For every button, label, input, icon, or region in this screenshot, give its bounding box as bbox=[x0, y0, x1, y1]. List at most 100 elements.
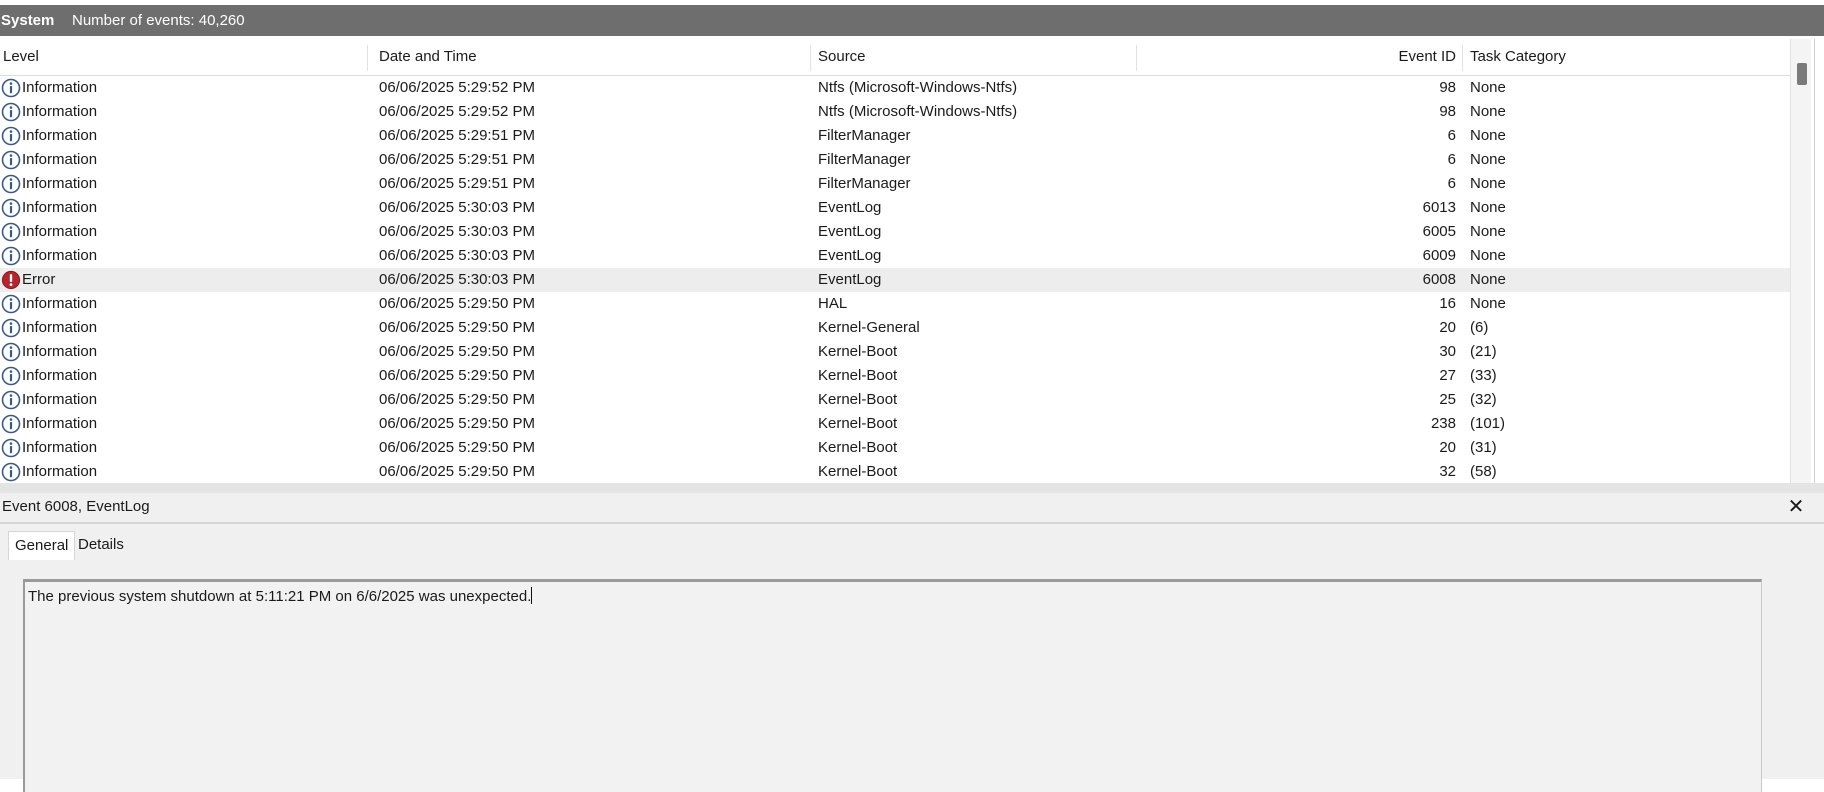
event-task-category: (31) bbox=[1470, 439, 1497, 456]
event-row[interactable]: Information 06/06/2025 5:29:51 PM FilterMa… bbox=[0, 172, 1790, 196]
event-task-category: (6) bbox=[1470, 319, 1489, 336]
event-row[interactable]: Information 06/06/2025 5:29:50 PM Kernel-G… bbox=[0, 316, 1790, 340]
event-task-category: (32) bbox=[1470, 391, 1497, 408]
event-source: HAL bbox=[818, 295, 848, 312]
event-level: Information bbox=[22, 391, 98, 408]
event-row[interactable]: Information 06/06/2025 5:29:52 PM Ntfs (Mi… bbox=[0, 76, 1790, 100]
event-date: 06/06/2025 5:29:52 PM bbox=[379, 79, 535, 96]
event-row[interactable]: Information 06/06/2025 5:29:50 PM Kernel-B… bbox=[0, 436, 1790, 460]
column-date[interactable]: Date and Time bbox=[379, 39, 477, 75]
info-icon bbox=[1, 150, 21, 170]
event-source: EventLog bbox=[818, 199, 882, 216]
event-level: Information bbox=[22, 199, 98, 216]
column-divider[interactable] bbox=[810, 45, 811, 71]
info-icon bbox=[1, 438, 21, 458]
column-source[interactable]: Source bbox=[818, 39, 866, 75]
event-task-category: (101) bbox=[1470, 415, 1506, 432]
event-source: FilterManager bbox=[818, 151, 911, 168]
event-source: Kernel-Boot bbox=[818, 439, 898, 456]
event-level: Information bbox=[22, 127, 98, 144]
event-date: 06/06/2025 5:29:50 PM bbox=[379, 439, 535, 456]
event-task-category: None bbox=[1470, 79, 1506, 96]
event-id: 6013 bbox=[1422, 199, 1456, 216]
event-id: 6005 bbox=[1422, 223, 1456, 240]
event-level: Information bbox=[22, 343, 98, 360]
event-source: Kernel-Boot bbox=[818, 463, 898, 480]
column-divider[interactable] bbox=[367, 45, 368, 71]
info-icon bbox=[1, 246, 21, 266]
event-list[interactable]: Level Date and Time Source Event ID Task… bbox=[0, 39, 1815, 483]
event-id: 25 bbox=[1439, 391, 1456, 408]
info-icon bbox=[1, 222, 21, 242]
event-date: 06/06/2025 5:29:50 PM bbox=[379, 463, 535, 480]
event-source: EventLog bbox=[818, 223, 882, 240]
event-id: 98 bbox=[1439, 103, 1456, 120]
event-source: Ntfs (Microsoft-Windows-Ntfs) bbox=[818, 103, 1018, 120]
event-row[interactable]: Information 06/06/2025 5:29:52 PM Ntfs (Mi… bbox=[0, 100, 1790, 124]
event-source: Ntfs (Microsoft-Windows-Ntfs) bbox=[818, 79, 1018, 96]
event-task-category: (58) bbox=[1470, 463, 1497, 480]
tab-general[interactable]: General bbox=[8, 531, 76, 560]
event-row[interactable]: Information 06/06/2025 5:29:50 PM Kernel-B… bbox=[0, 388, 1790, 412]
event-level: Information bbox=[22, 319, 98, 336]
column-divider[interactable] bbox=[1136, 45, 1137, 71]
info-icon bbox=[1, 198, 21, 218]
event-task-category: None bbox=[1470, 199, 1506, 216]
event-id: 6008 bbox=[1422, 271, 1456, 288]
event-row[interactable]: Information 06/06/2025 5:30:03 PM EventLog… bbox=[0, 220, 1790, 244]
event-task-category: None bbox=[1470, 295, 1506, 312]
event-date: 06/06/2025 5:29:50 PM bbox=[379, 391, 535, 408]
event-source: Kernel-Boot bbox=[818, 367, 898, 384]
event-date: 06/06/2025 5:29:50 PM bbox=[379, 415, 535, 432]
event-id: 6 bbox=[1447, 127, 1456, 144]
pane-splitter[interactable] bbox=[0, 483, 1824, 493]
event-row[interactable]: Information 06/06/2025 5:29:50 PM Kernel-B… bbox=[0, 340, 1790, 364]
event-id: 20 bbox=[1439, 319, 1456, 336]
event-row[interactable]: Information 06/06/2025 5:30:03 PM EventLog… bbox=[0, 196, 1790, 220]
event-description-box[interactable]: The previous system shutdown at 5:11:21 … bbox=[23, 579, 1762, 792]
event-level: Information bbox=[22, 79, 98, 96]
info-icon bbox=[1, 342, 21, 362]
scrollbar-thumb[interactable] bbox=[1797, 63, 1807, 85]
event-task-category: (33) bbox=[1470, 367, 1497, 384]
event-row[interactable]: Information 06/06/2025 5:30:03 PM EventLog… bbox=[0, 244, 1790, 268]
event-id: 6009 bbox=[1422, 247, 1456, 264]
event-level: Information bbox=[22, 295, 98, 312]
column-divider[interactable] bbox=[1462, 45, 1463, 71]
info-icon bbox=[1, 294, 21, 314]
event-id: 16 bbox=[1439, 295, 1456, 312]
event-row[interactable]: Information 06/06/2025 5:29:50 PM Kernel-B… bbox=[0, 364, 1790, 388]
event-row[interactable]: Information 06/06/2025 5:29:51 PM FilterMa… bbox=[0, 124, 1790, 148]
event-task-category: None bbox=[1470, 103, 1506, 120]
event-date: 06/06/2025 5:29:51 PM bbox=[379, 175, 535, 192]
text-caret bbox=[531, 587, 533, 604]
event-date: 06/06/2025 5:29:51 PM bbox=[379, 151, 535, 168]
event-row[interactable]: Error 06/06/2025 5:30:03 PM EventLog 6008 No… bbox=[0, 268, 1790, 292]
event-detail-pane: Event 6008, EventLog ✕ General Details T… bbox=[0, 493, 1824, 792]
column-level[interactable]: Level bbox=[3, 39, 39, 75]
event-level: Information bbox=[22, 415, 98, 432]
vertical-scrollbar[interactable] bbox=[1790, 39, 1811, 483]
event-row[interactable]: Information 06/06/2025 5:29:50 PM Kernel-B… bbox=[0, 412, 1790, 436]
column-task-category[interactable]: Task Category bbox=[1470, 39, 1566, 75]
event-level: Information bbox=[22, 223, 98, 240]
error-icon bbox=[1, 270, 21, 290]
event-row[interactable]: Information 06/06/2025 5:29:51 PM FilterMa… bbox=[0, 148, 1790, 172]
event-source: Kernel-General bbox=[818, 319, 920, 336]
event-level: Information bbox=[22, 439, 98, 456]
event-level: Information bbox=[22, 247, 98, 264]
event-row[interactable]: Information 06/06/2025 5:29:50 PM HAL 16 Non… bbox=[0, 292, 1790, 316]
close-icon[interactable]: ✕ bbox=[1784, 495, 1808, 519]
event-date: 06/06/2025 5:30:03 PM bbox=[379, 199, 535, 216]
tab-details[interactable]: Details bbox=[72, 531, 130, 559]
info-icon bbox=[1, 78, 21, 98]
log-name: System bbox=[1, 12, 55, 29]
event-id: 20 bbox=[1439, 439, 1456, 456]
log-header-bar: System Number of events: 40,260 bbox=[0, 5, 1824, 36]
info-icon bbox=[1, 390, 21, 410]
event-row[interactable]: Information 06/06/2025 5:29:50 PM Kernel-B… bbox=[0, 460, 1790, 483]
event-task-category: None bbox=[1470, 175, 1506, 192]
event-date: 06/06/2025 5:29:50 PM bbox=[379, 343, 535, 360]
event-task-category: None bbox=[1470, 223, 1506, 240]
column-event-id[interactable]: Event ID bbox=[1380, 39, 1456, 75]
